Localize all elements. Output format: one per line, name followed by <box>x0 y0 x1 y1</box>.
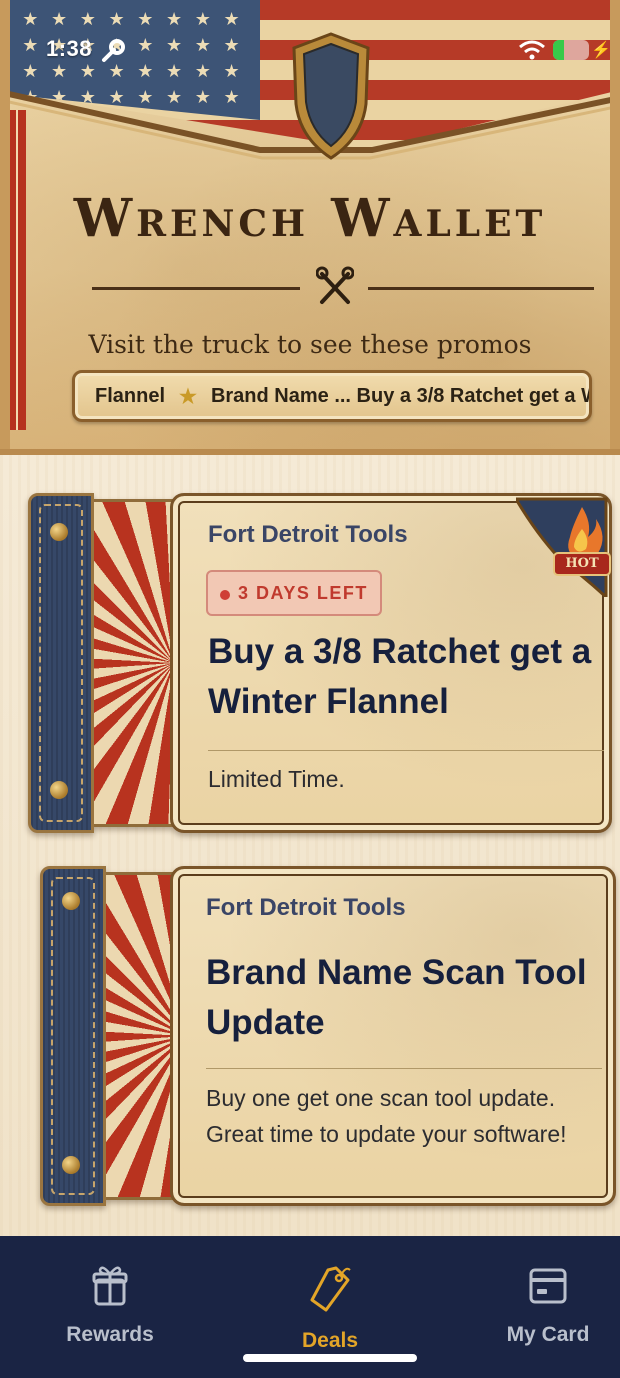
rivet <box>62 892 80 910</box>
deal-description: Limited Time. <box>208 766 345 792</box>
gift-icon <box>30 1264 190 1313</box>
deal-title: Buy a 3/8 Ratchet get a Winter Flannel <box>208 632 592 721</box>
badge-label: 3 DAYS LEFT <box>238 582 368 603</box>
badge-dot <box>220 590 230 600</box>
denim-strip <box>40 866 106 1206</box>
rivet <box>50 523 68 541</box>
card-divider <box>206 1068 602 1069</box>
card-icon <box>468 1264 620 1313</box>
sunburst-strip <box>94 499 174 827</box>
tag-icon <box>250 1264 410 1319</box>
deal-card[interactable]: Fort Detroit Tools Brand Name Scan Tool … <box>40 866 616 1206</box>
status-badge: 3 DAYS LEFT <box>206 570 382 616</box>
status-time: 1:38 <box>46 36 93 61</box>
brand-title: Wrench Wallet <box>73 188 547 249</box>
nav-deals[interactable]: Deals <box>250 1264 410 1353</box>
deal-vendor: Fort Detroit Tools <box>208 521 408 548</box>
promo-ticker[interactable]: Flannel ★ Brand Name ... Buy a 3/8 Ratch… <box>72 370 592 422</box>
nav-label: Rewards <box>66 1323 154 1346</box>
ticker-lead: Flannel <box>95 384 166 407</box>
crossed-tools-icon <box>315 266 355 313</box>
shield-icon <box>290 30 372 162</box>
card-divider <box>208 750 604 751</box>
nav-rewards[interactable]: Rewards <box>30 1264 190 1347</box>
nav-my-card[interactable]: My Card <box>468 1264 620 1347</box>
left-stripe <box>8 110 26 430</box>
charging-bolt-icon: ⚡ <box>591 42 611 59</box>
rivet <box>50 781 68 799</box>
star-icon: ★ <box>179 385 197 408</box>
hot-label: HOT <box>565 556 599 571</box>
rivet <box>62 1156 80 1174</box>
title-rule-left <box>92 287 300 290</box>
flame-icon <box>516 493 517 494</box>
title-rule-right <box>368 287 594 290</box>
battery-icon <box>553 40 589 60</box>
ticker-text: Brand Name ... Buy a 3/8 Ratchet get a W… <box>210 384 589 407</box>
nav-label: Deals <box>301 1329 359 1352</box>
deal-description: Buy one get one scan tool update. Great … <box>206 1085 567 1147</box>
wifi-icon <box>518 39 546 66</box>
app-header: ★ ★ ★ ★ ★ ★ ★ ★ ★ ★ ★ ★ ★ ★ ★ ★ ★ ★ ★ ★ ★ ★ ★ ★ ★ ★ ★ ★ ★ ★ ★ ★ 1:38 <box>0 0 620 455</box>
home-indicator[interactable] <box>243 1354 417 1362</box>
hot-corner: HOT <box>513 493 612 601</box>
deal-card[interactable]: HOT Fort Detroit Tools 3 DAYS LEFT Buy a… <box>28 493 612 833</box>
battery-fill <box>553 40 564 60</box>
nav-label: My Card <box>506 1323 590 1346</box>
header-subtitle: Visit the truck to see these promos <box>88 330 532 359</box>
deal-vendor: Fort Detroit Tools <box>206 894 406 921</box>
deal-title: Brand Name Scan Tool Update <box>206 953 587 1042</box>
wrench-icon <box>100 38 126 69</box>
